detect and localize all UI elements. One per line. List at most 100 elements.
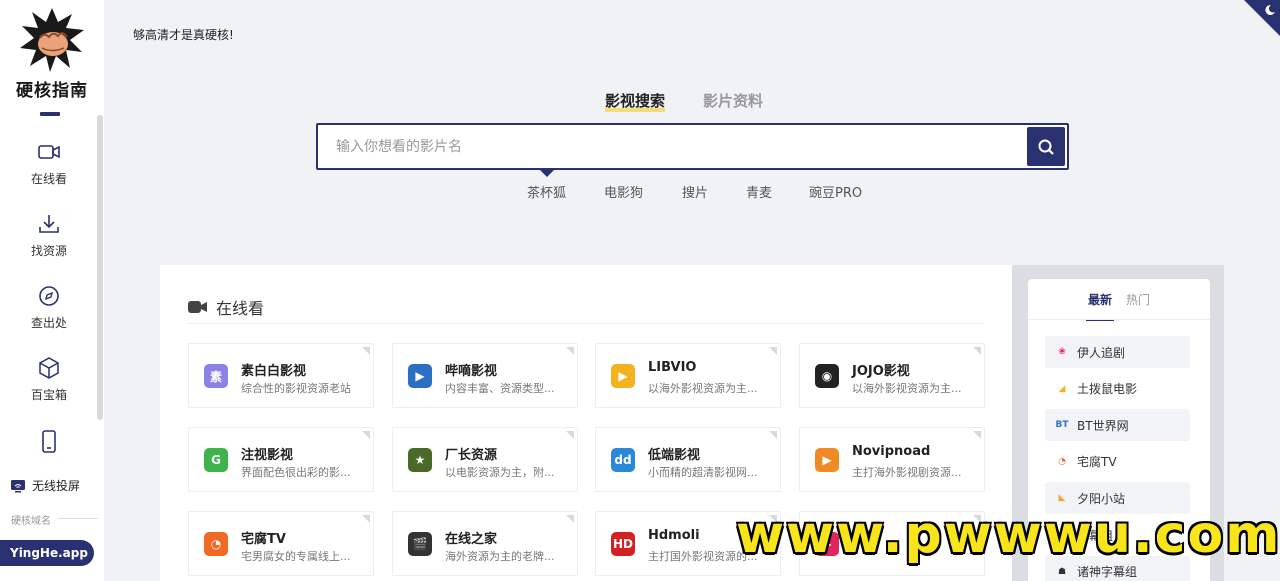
site-name: Novipnoad	[852, 444, 931, 459]
panel-tabs: 最新 热门	[1028, 291, 1210, 321]
site-name: 哔嘀影视	[445, 364, 498, 379]
site-logo-icon: ◔	[1058, 456, 1066, 467]
site-card[interactable]: 🎬 在线之家海外资源为主的老牌...	[392, 511, 578, 576]
domain-label: 硬核域名	[11, 516, 51, 527]
engine-option[interactable]: 电影狗	[604, 182, 643, 201]
site-name: Hdmoli	[648, 528, 700, 543]
site-description: 以海外影视资源为主...	[852, 382, 962, 395]
site-logo-icon: ◔	[204, 532, 228, 556]
site-description: 界面配色很出彩的影...	[241, 466, 351, 479]
corner-marker	[362, 515, 370, 523]
site-logo-icon: ★	[408, 448, 432, 472]
site-card[interactable]: ▶ 哔嘀影视内容丰富、资源类型...	[392, 343, 578, 408]
divider	[188, 323, 984, 324]
panel-item-name: 伊人追剧	[1077, 345, 1126, 360]
site-name: 素白白影视	[241, 364, 307, 379]
site-description: 主打海外影视剧资源...	[852, 466, 962, 479]
panel-item-name: BT世界网	[1077, 418, 1129, 433]
nav-item-label: 查出处	[30, 316, 67, 330]
site-logo-icon: 素	[204, 364, 228, 388]
panel-list-item[interactable]: ◔ 宅腐TV	[1045, 446, 1190, 478]
divider	[1028, 319, 1210, 320]
nav-item-toolbox[interactable]: 百宝箱	[0, 356, 98, 403]
site-name: JOJO影视	[852, 364, 910, 379]
engine-option[interactable]: 茶杯狐	[527, 182, 566, 201]
panel-item-name: 土拨鼠电影	[1077, 382, 1138, 397]
site-logo-icon: ◢	[1058, 383, 1066, 394]
dark-mode-toggle-icon[interactable]	[1244, 0, 1280, 36]
search-icon	[1038, 139, 1054, 155]
engine-option[interactable]: 青麦	[746, 182, 772, 201]
site-name: 注视影视	[241, 448, 294, 463]
site-logo-icon: 🎬	[408, 532, 432, 556]
site-description: 以海外影视资源为主...	[648, 382, 758, 395]
site-card[interactable]: dd 低端影视 小而精的超清影视网...	[595, 427, 781, 492]
site-card[interactable]: ▶ Novipnoad 主打海外影视剧资源...	[799, 427, 985, 492]
engine-option[interactable]: 搜片	[682, 182, 708, 201]
nav-item-find-resources[interactable]: 找资源	[0, 212, 98, 259]
wireless-cast-button[interactable]: 无线投屏	[10, 477, 80, 494]
video-camera-icon	[38, 145, 60, 159]
site-description: 宅男腐女的专属线上...	[241, 550, 351, 563]
site-description: 内容丰富、资源类型...	[445, 382, 555, 395]
cast-icon	[11, 479, 25, 492]
corner-marker	[973, 347, 981, 355]
site-logo-icon: BT	[1055, 420, 1069, 431]
corner-marker	[769, 347, 777, 355]
corner-marker	[566, 431, 574, 439]
site-card[interactable]: G 注视影视界面配色很出彩的影...	[188, 427, 374, 492]
mobile-phone-icon	[42, 430, 56, 453]
site-logo-icon: ▶	[408, 364, 432, 388]
panel-item-name: 诸神字幕组	[1077, 565, 1138, 580]
active-indicator	[40, 112, 60, 116]
corner-marker	[769, 431, 777, 439]
fist-logo-icon	[20, 8, 84, 72]
panel-list-item[interactable]: ◢ 土拨鼠电影	[1045, 373, 1190, 405]
tab-movie-info[interactable]: 影片资料	[703, 90, 763, 111]
site-logo-icon: HD	[611, 532, 635, 556]
section-title: 在线看	[216, 299, 265, 318]
search-button[interactable]	[1027, 127, 1065, 166]
corner-marker	[566, 347, 574, 355]
nav-item-mobile[interactable]	[0, 430, 98, 454]
site-card[interactable]: ◉ JOJO影视 以海外影视资源为主...	[799, 343, 985, 408]
engine-option[interactable]: 豌豆PRO	[809, 182, 862, 201]
nav-item-find-source[interactable]: 查出处	[0, 284, 98, 331]
site-card[interactable]: ★ 厂长资源 以电影资源为主，附...	[392, 427, 578, 492]
watermark: www.pwwwu.com	[736, 505, 1280, 565]
site-description: 海外资源为主的老牌...	[445, 550, 555, 563]
site-description: 小而精的超清影视网...	[648, 466, 758, 479]
corner-marker	[566, 515, 574, 523]
site-card[interactable]: ▶ LIBVIO 以海外影视资源为主...	[595, 343, 781, 408]
corner-marker	[362, 431, 370, 439]
site-card[interactable]: ◔ 宅腐TV 宅男腐女的专属线上...	[188, 511, 374, 576]
site-name: 在线之家	[445, 532, 498, 547]
site-logo-icon: ▶	[611, 364, 635, 388]
nav-item-label: 百宝箱	[30, 388, 67, 402]
sidebar: 硬核指南 在线看 找资源 查出处 百宝箱 无线投屏 硬核域名 YingHe.ap…	[0, 0, 104, 581]
corner-marker	[973, 431, 981, 439]
site-logo-icon: ❀	[1058, 347, 1066, 357]
site-name: 低端影视	[648, 448, 701, 463]
search-engines: 茶杯狐 电影狗 搜片 青麦 豌豆PRO	[0, 182, 1280, 201]
tab-latest[interactable]: 最新	[1085, 291, 1115, 321]
download-icon	[39, 215, 59, 233]
section-header: 在线看	[188, 295, 264, 319]
site-card[interactable]: 素素白白影视 综合性的影视资源老站	[188, 343, 374, 408]
search-input[interactable]	[318, 125, 1023, 168]
tab-video-search[interactable]: 影视搜索	[605, 90, 666, 112]
nav-item-online-watch[interactable]: 在线看	[0, 140, 98, 187]
site-name: 厂长资源	[445, 448, 498, 463]
compass-icon	[39, 286, 59, 306]
brand-name: 硬核指南	[16, 81, 88, 101]
domain-link[interactable]: YingHe.app	[0, 540, 94, 566]
cast-label: 无线投屏	[32, 479, 81, 493]
panel-list-item[interactable]: ❀ 伊人追剧	[1045, 336, 1190, 368]
selected-engine-caret	[540, 170, 554, 177]
tab-hot[interactable]: 热门	[1126, 291, 1150, 321]
panel-list-item[interactable]: BT BT世界网	[1045, 409, 1190, 442]
site-name: 宅腐TV	[241, 532, 286, 547]
nav-item-label: 找资源	[30, 244, 67, 258]
site-logo-icon: G	[204, 448, 228, 472]
corner-marker	[362, 347, 370, 355]
